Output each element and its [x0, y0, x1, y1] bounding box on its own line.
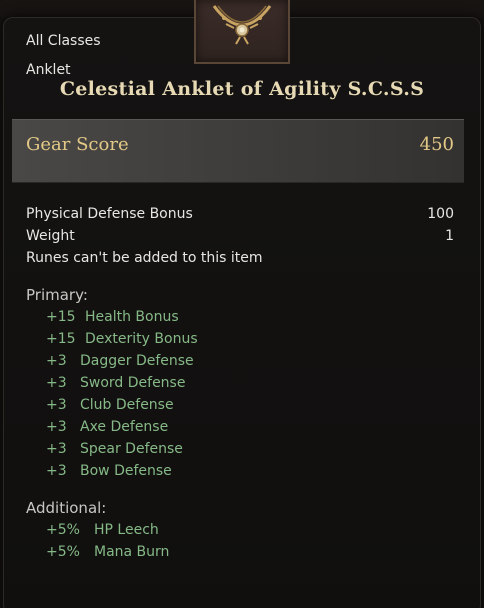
class-restriction: All Classes: [26, 33, 101, 49]
primary-modifier: +3 Dagger Defense: [46, 353, 194, 369]
primary-modifier: +3 Axe Defense: [46, 419, 168, 435]
item-title: Celestial Anklet of Agility S.C.S.S: [59, 78, 425, 100]
game-scene: All Classes Anklet Celestial Anklet of A…: [0, 0, 484, 608]
rune-note: Runes can't be added to this item: [26, 250, 263, 266]
modifier-amount: +15: [46, 309, 76, 325]
modifier-amount: +3: [46, 419, 67, 435]
stat-name: Weight: [26, 228, 75, 244]
primary-heading: Primary:: [26, 286, 88, 304]
modifier-name: HP Leech: [94, 522, 159, 538]
item-type: Anklet: [26, 62, 71, 78]
modifier-amount: +3: [46, 375, 67, 391]
modifier-amount: +5%: [46, 544, 80, 560]
additional-modifier: +5% HP Leech: [46, 522, 159, 538]
modifier-name: Spear Defense: [80, 441, 183, 457]
primary-modifier: +15 Health Bonus: [46, 309, 179, 325]
gear-score-value: 450: [419, 134, 454, 155]
modifier-name: Bow Defense: [80, 463, 172, 479]
modifier-name: Axe Defense: [80, 419, 169, 435]
primary-modifier: +3 Club Defense: [46, 397, 174, 413]
anklet-icon: [194, 0, 290, 64]
modifier-amount: +3: [46, 463, 67, 479]
stat-value: 100: [427, 206, 454, 222]
stat-name: Physical Defense Bonus: [26, 206, 193, 222]
modifier-name: Mana Burn: [94, 544, 170, 560]
stat-value: 1: [445, 228, 454, 244]
additional-modifier: +5% Mana Burn: [46, 544, 169, 560]
modifier-amount: +3: [46, 441, 67, 457]
modifier-amount: +3: [46, 397, 67, 413]
modifier-amount: +15: [46, 331, 76, 347]
primary-modifier: +3 Spear Defense: [46, 441, 183, 457]
modifier-name: Sword Defense: [80, 375, 186, 391]
primary-modifier: +3 Bow Defense: [46, 463, 172, 479]
primary-modifier: +15 Dexterity Bonus: [46, 331, 198, 347]
modifier-amount: +5%: [46, 522, 80, 538]
modifier-name: Dagger Defense: [80, 353, 194, 369]
modifier-name: Club Defense: [80, 397, 174, 413]
modifier-name: Health Bonus: [85, 309, 179, 325]
gear-score-label: Gear Score: [26, 134, 129, 155]
additional-heading: Additional:: [26, 499, 107, 517]
modifier-amount: +3: [46, 353, 67, 369]
primary-modifier: +3 Sword Defense: [46, 375, 185, 391]
modifier-name: Dexterity Bonus: [85, 331, 198, 347]
